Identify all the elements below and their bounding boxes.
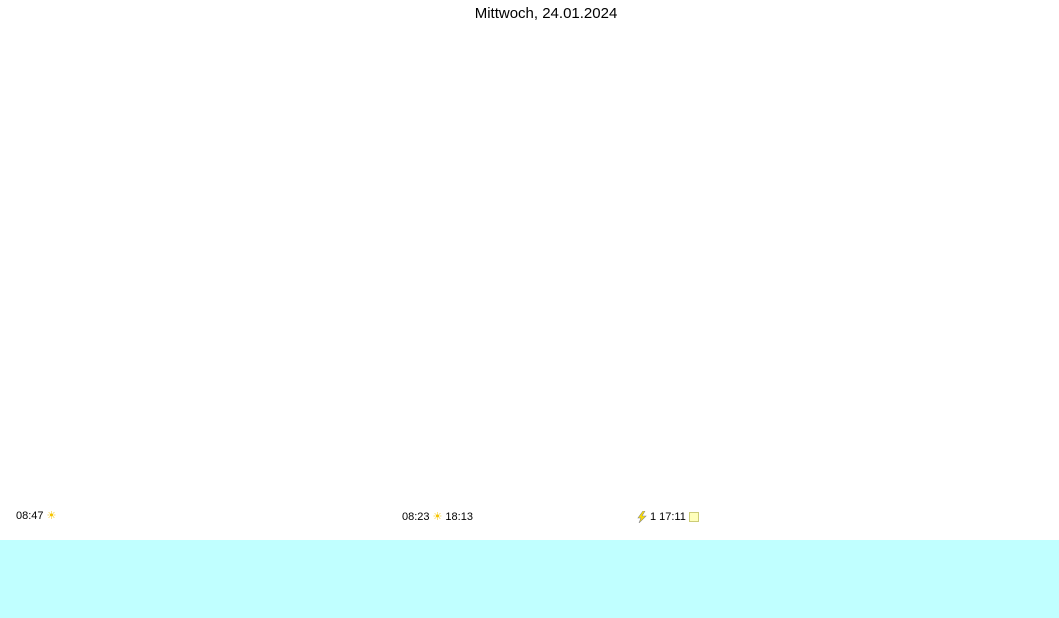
sun-icon: ☀ (46, 510, 57, 522)
lightning-icon (637, 511, 647, 523)
sunrise-time-label: 08:23 (402, 511, 430, 523)
stats-table (0, 540, 1059, 618)
sunset-time-label: 18:13 (445, 511, 473, 523)
annotation-sunrise-sunset: 08:23 ☀ 18:13 (402, 511, 473, 523)
bottom-left-time-label: 08:47 (16, 510, 44, 522)
weather-app-window: Mittwoch, 24.01.2024 08:47 ☀ 08:23 ☀ 18:… (0, 0, 1059, 618)
sunrise-sun-icon: ☀ (432, 511, 443, 523)
marker-box-icon (688, 512, 699, 522)
annotation-lightning: 1 17:11 (637, 511, 699, 523)
annotation-bottom-left-time: 08:47 ☀ (16, 510, 56, 522)
lightning-time-label: 17:11 (659, 511, 686, 523)
weather-chart (182, 65, 910, 492)
lightning-count-label: 1 (650, 511, 657, 523)
plot-area (182, 65, 910, 492)
